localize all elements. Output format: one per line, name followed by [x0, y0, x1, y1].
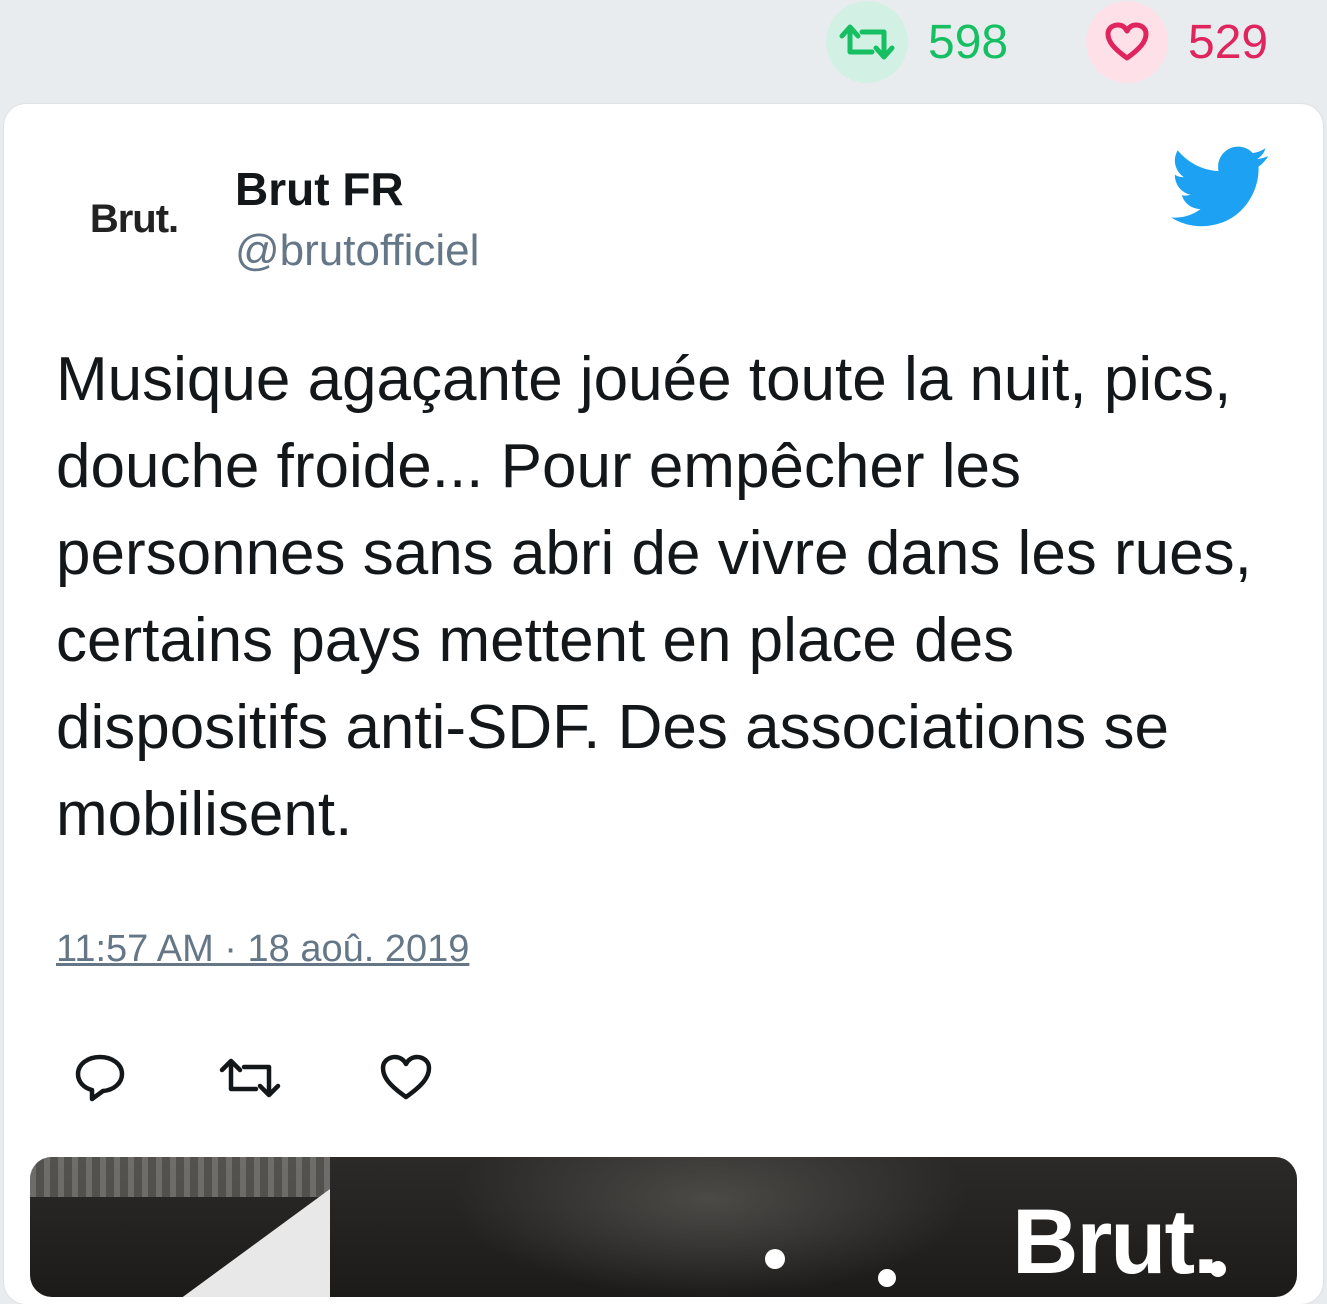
retweet-stat[interactable]: 598: [826, 0, 1008, 84]
like-icon[interactable]: [380, 1050, 432, 1106]
author-handle[interactable]: @brutofficiel: [235, 226, 479, 276]
tweet-text: Musique agaçante jouée toute la nuit, pi…: [56, 345, 1252, 849]
like-count: 529: [1188, 15, 1269, 69]
reply-icon[interactable]: [74, 1050, 126, 1106]
twitter-bird-icon[interactable]: [1170, 146, 1270, 228]
avatar[interactable]: Brut.: [74, 164, 194, 274]
retweet-icon[interactable]: [826, 1, 908, 83]
like-stat[interactable]: 529: [1086, 0, 1268, 84]
tweet-timestamp[interactable]: 11:57 AM · 18 aoû. 2019: [56, 928, 469, 971]
heart-icon[interactable]: [1086, 1, 1168, 83]
author-name[interactable]: Brut FR: [235, 162, 404, 216]
top-stats-bar: 598 529: [0, 0, 1327, 100]
retweet-count: 598: [928, 15, 1009, 69]
video-brand-logo: Brut.: [1012, 1191, 1219, 1293]
retweet-action-icon[interactable]: [218, 1050, 282, 1106]
street-light: [878, 1269, 896, 1287]
street-light: [765, 1249, 785, 1269]
